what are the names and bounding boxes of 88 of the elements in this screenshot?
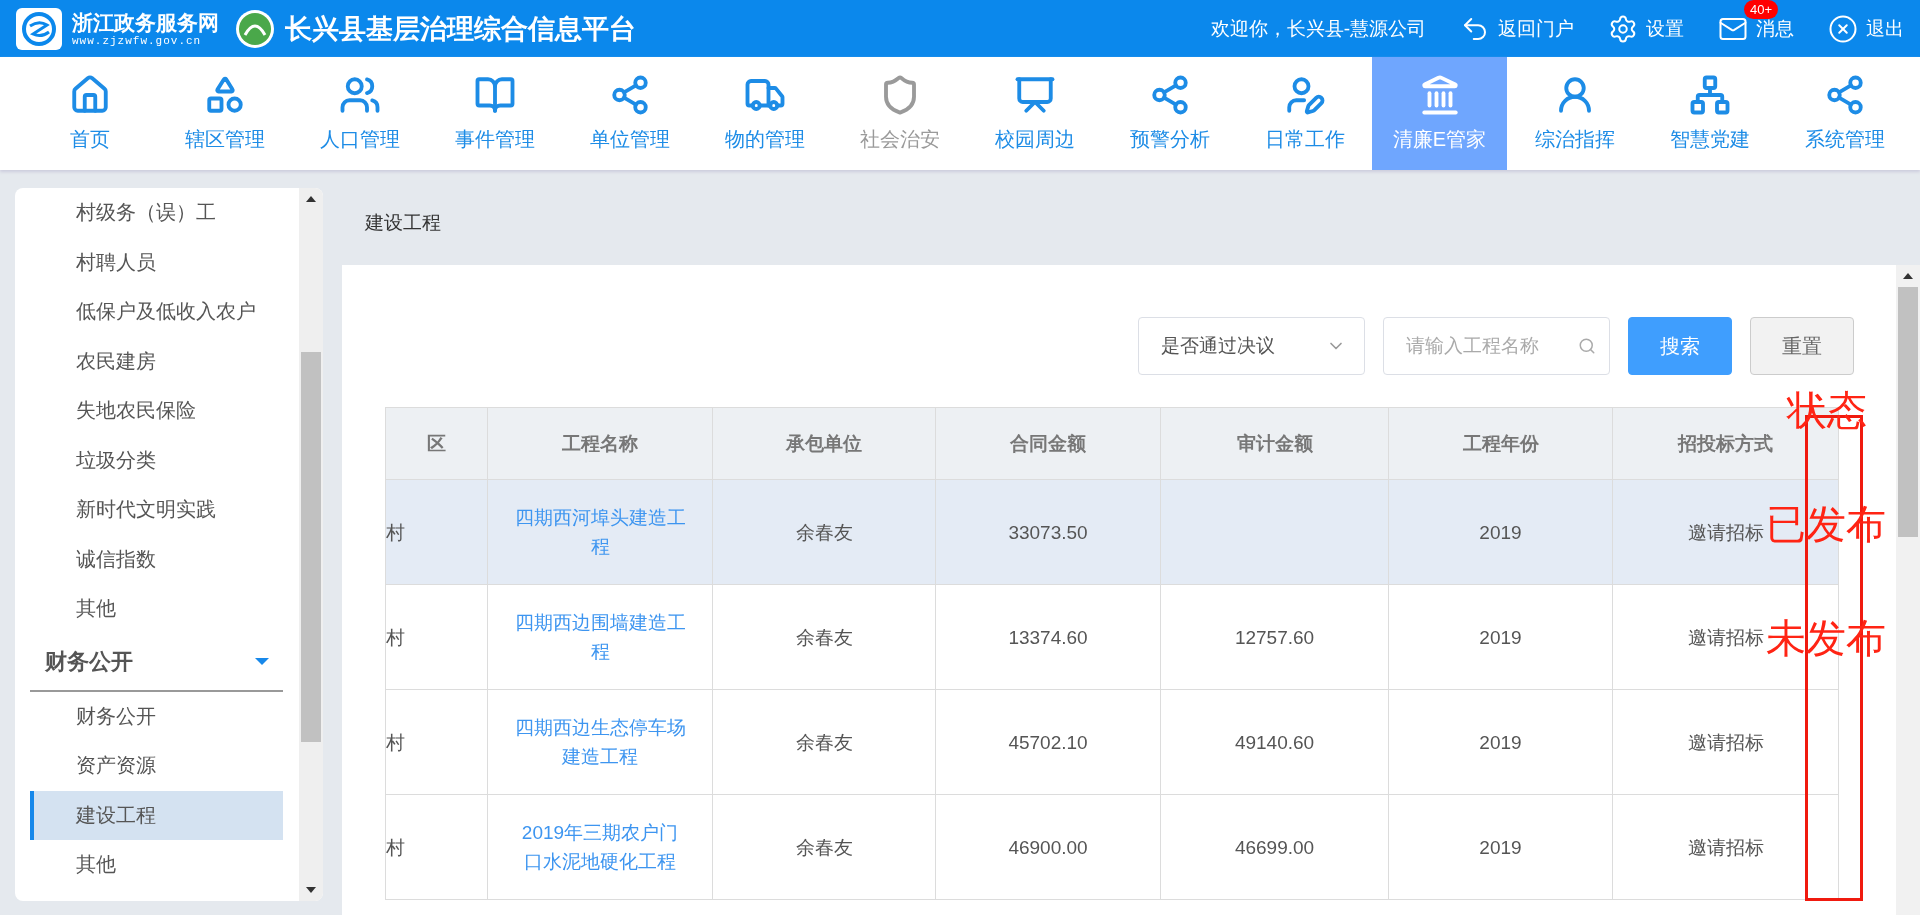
close-icon xyxy=(1828,13,1858,44)
table-cell: 村 xyxy=(386,795,488,900)
table-cell: 2019 xyxy=(1389,795,1613,900)
nav-tab[interactable]: 清廉E管家 xyxy=(1372,57,1507,170)
portal-title: 浙江政务服务网 xyxy=(72,10,219,35)
scroll-down-icon xyxy=(306,887,316,893)
sidebar-item[interactable]: 村聘人员 xyxy=(30,237,283,287)
scroll-up-icon xyxy=(1903,273,1913,279)
scroll-thumb[interactable] xyxy=(301,352,321,742)
table-cell: 2019 xyxy=(1389,585,1613,690)
nav-tab[interactable]: 人口管理 xyxy=(292,57,427,170)
nav-tab[interactable]: 系统管理 xyxy=(1777,57,1912,170)
table-cell: 村 xyxy=(386,480,488,585)
org-chart-icon xyxy=(1688,74,1731,116)
table-cell: 33073.50 xyxy=(936,480,1161,585)
table-cell: 村 xyxy=(386,690,488,795)
scroll-up-icon xyxy=(306,196,316,202)
column-header: 区 xyxy=(386,407,488,480)
table-cell: 余春友 xyxy=(713,795,936,900)
project-link[interactable]: 四期西河埠头建造工程 xyxy=(488,480,713,585)
scrollbar[interactable] xyxy=(299,188,323,901)
logout-link[interactable]: 退出 xyxy=(1828,13,1904,44)
nav-tab[interactable]: 首页 xyxy=(22,57,157,170)
table-cell: 13374.60 xyxy=(936,585,1161,690)
sidebar-item[interactable]: 其他 xyxy=(30,584,283,634)
scrollbar[interactable] xyxy=(1896,265,1920,915)
table-cell: 余春友 xyxy=(713,690,936,795)
sidebar-item[interactable]: 新时代文明实践 xyxy=(30,485,283,535)
nav-tab[interactable]: 日常工作 xyxy=(1237,57,1372,170)
scroll-thumb[interactable] xyxy=(1898,287,1918,537)
table-cell: 邀请招标 xyxy=(1613,795,1839,900)
platform-title: 长兴县基层治理综合信息平台 xyxy=(285,12,636,46)
nav-tab[interactable]: 预警分析 xyxy=(1102,57,1237,170)
sidebar-item[interactable]: 建设工程 xyxy=(30,790,283,840)
sidebar-item[interactable]: 低保户及低收入农户 xyxy=(30,287,283,337)
presentation-icon xyxy=(1013,74,1056,116)
project-link[interactable]: 四期西边生态停车场建造工程 xyxy=(488,690,713,795)
sidebar-item[interactable]: 其他 xyxy=(30,840,283,890)
sidebar-item[interactable]: 村级务（误）工 xyxy=(30,188,283,238)
column-header: 承包单位 xyxy=(713,407,936,480)
sidebar-item[interactable]: 失地农民保险 xyxy=(30,386,283,436)
welcome-text: 欢迎你，长兴县-慧源公司 xyxy=(1210,16,1426,41)
nav-tab[interactable]: 单位管理 xyxy=(562,57,697,170)
table-cell: 余春友 xyxy=(713,585,936,690)
nav-tab[interactable]: 校园周边 xyxy=(967,57,1102,170)
resolution-select[interactable]: 是否通过决议 xyxy=(1138,317,1365,375)
project-link[interactable]: 2019年三期农户门口水泥地硬化工程 xyxy=(488,795,713,900)
platform-logo xyxy=(235,8,275,49)
message-count-badge: 40+ xyxy=(1744,0,1779,19)
sidebar-item[interactable]: 资产资源 xyxy=(30,741,283,791)
portal-url: www.zjzwfw.gov.cn xyxy=(72,34,203,47)
table-cell: 2019 xyxy=(1389,690,1613,795)
nav-tab[interactable]: 事件管理 xyxy=(427,57,562,170)
column-header: 工程名称 xyxy=(488,407,713,480)
project-link[interactable]: 四期西边围墙建造工程 xyxy=(488,585,713,690)
sidebar-item[interactable]: 诚信指数 xyxy=(30,534,283,584)
column-header: 工程年份 xyxy=(1389,407,1613,480)
table-cell: 12757.60 xyxy=(1161,585,1389,690)
book-icon xyxy=(473,74,516,116)
nav-tab[interactable]: 辖区管理 xyxy=(157,57,292,170)
portal-logo xyxy=(16,7,62,50)
nav-tab[interactable]: 物的管理 xyxy=(697,57,832,170)
sidebar-section-header[interactable]: 财务公开 xyxy=(30,633,283,692)
table-cell: 村 xyxy=(386,585,488,690)
sidebar-item[interactable]: 垃圾分类 xyxy=(30,435,283,485)
search-icon xyxy=(1578,337,1596,355)
settings-icon xyxy=(1608,13,1638,44)
column-header: 审计金额 xyxy=(1161,407,1389,480)
table-cell: 邀请招标 xyxy=(1613,690,1839,795)
column-header: 合同金额 xyxy=(936,407,1161,480)
table-cell: 45702.10 xyxy=(936,690,1161,795)
search-field[interactable]: 请输入工程名称 xyxy=(1383,317,1610,375)
back-link[interactable]: 返回门户 xyxy=(1460,13,1574,44)
settings-link[interactable]: 设置 xyxy=(1608,13,1684,44)
nav-tab[interactable]: 智慧党建 xyxy=(1642,57,1777,170)
section-title: 财务公开 xyxy=(45,647,133,676)
sidebar-item[interactable]: 农民建房 xyxy=(30,336,283,386)
table-cell: 49140.60 xyxy=(1161,690,1389,795)
table-cell: 余春友 xyxy=(713,480,936,585)
breadcrumb: 建设工程 xyxy=(364,211,442,235)
reset-button[interactable]: 重置 xyxy=(1750,317,1854,375)
nav-tab[interactable]: 综治指挥 xyxy=(1507,57,1642,170)
users-icon xyxy=(338,74,381,116)
search-button[interactable]: 搜索 xyxy=(1628,317,1732,375)
table-cell: 46900.00 xyxy=(936,795,1161,900)
table-cell: 2019 xyxy=(1389,480,1613,585)
sidebar-item[interactable]: 财务公开 xyxy=(30,691,283,741)
table-cell: 46699.00 xyxy=(1161,795,1389,900)
